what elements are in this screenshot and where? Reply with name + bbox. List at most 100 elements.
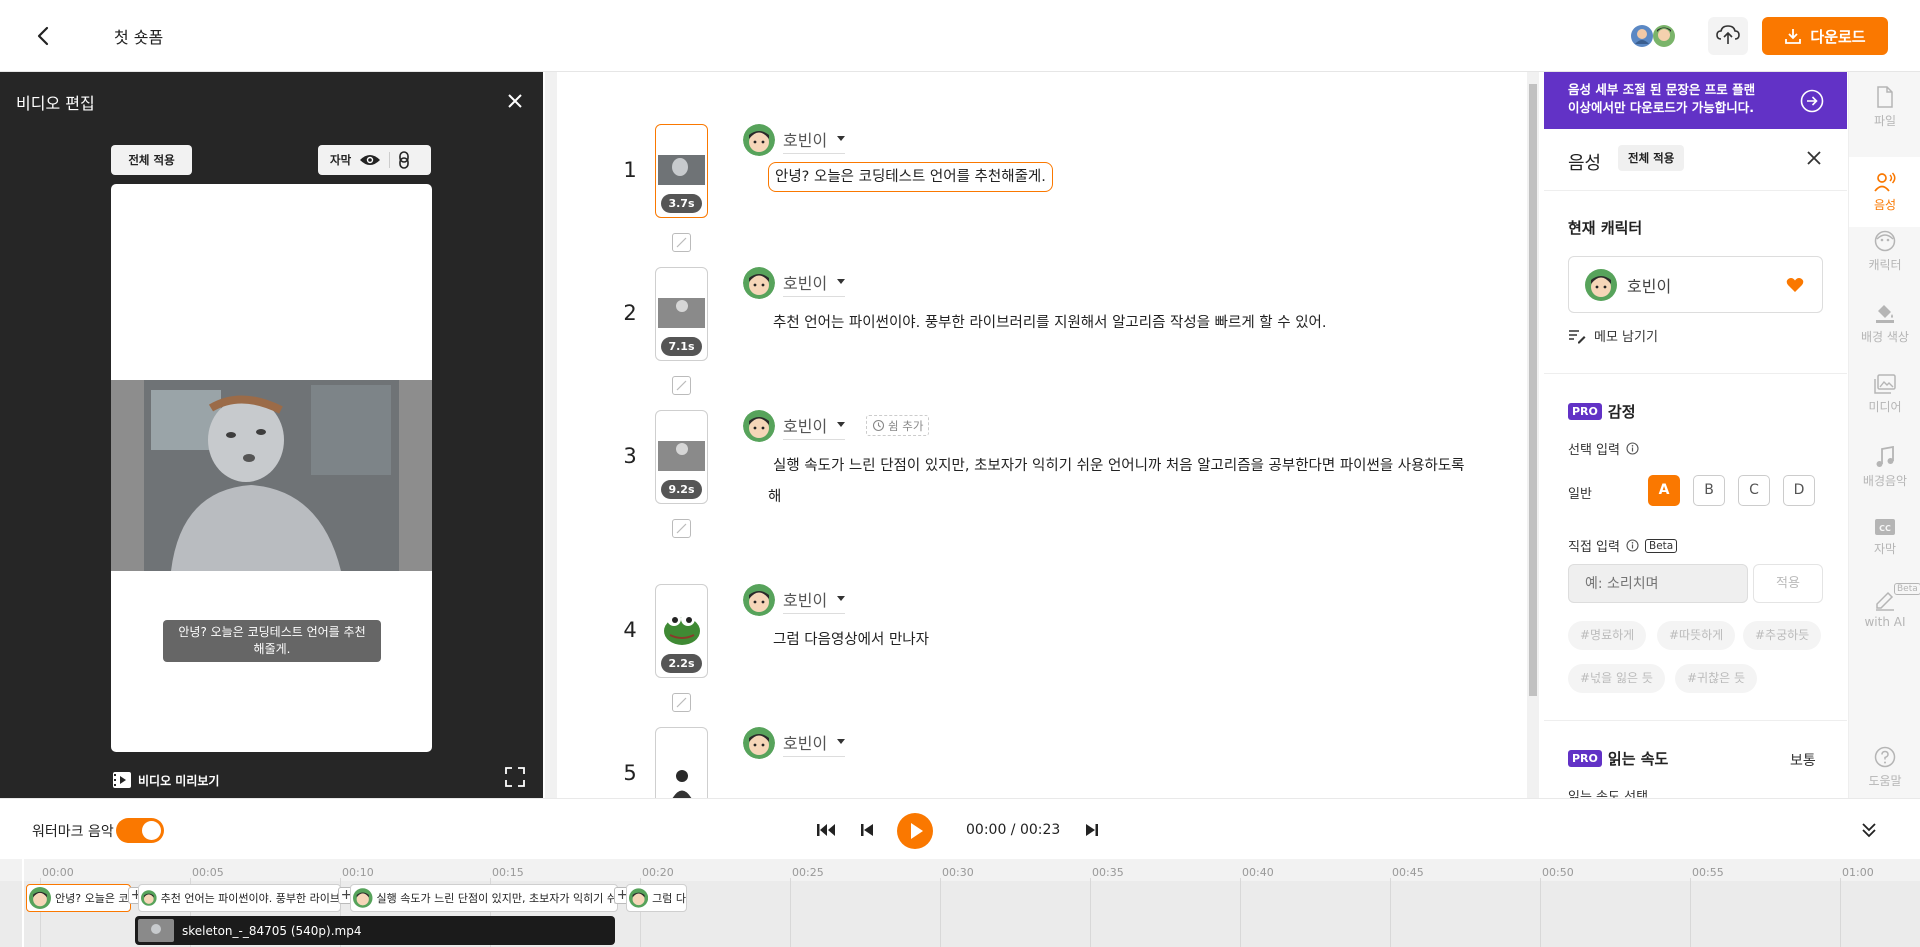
timeline-clip[interactable]: 실행 속도가 느린 단점이 있지만, 초보자가 익히기 쉬: [350, 884, 618, 912]
video-preview-button[interactable]: 비디오 미리보기: [112, 770, 219, 790]
direct-input-text: 직접 입력: [1568, 540, 1620, 555]
voice-icon: [1874, 171, 1896, 192]
timeline-clip[interactable]: 추천 언어는 파이썬이야. 풍부한 라이브: [138, 884, 341, 912]
timeline[interactable]: 00:00 00:05 00:10 00:15 00:20 00:25 00:30 00:35…: [0, 859, 1920, 947]
merge-icon[interactable]: [672, 519, 691, 538]
emotion-tag[interactable]: #귀찮은 듯: [1675, 664, 1758, 693]
subtitle-toggle[interactable]: 자막: [318, 145, 431, 175]
previous-icon[interactable]: [860, 822, 874, 838]
sidebar-item-subtitle[interactable]: CC 자막: [1849, 518, 1920, 557]
close-icon[interactable]: [1804, 148, 1824, 168]
eye-icon[interactable]: [359, 153, 381, 167]
next-icon[interactable]: [1085, 822, 1099, 838]
beta-badge: Beta: [1644, 538, 1678, 553]
timeline-clip[interactable]: 그럼 다: [626, 884, 687, 912]
scene-text-input[interactable]: 실행 속도가 느린 단점이 있지만, 초보자가 익히기 쉬운 언어니까 처음 알…: [773, 454, 1465, 475]
project-title[interactable]: 첫 숏폼: [114, 24, 163, 48]
timeline-tick-label: 00:35: [1092, 866, 1124, 879]
download-button[interactable]: 다운로드: [1762, 17, 1888, 55]
apply-emotion-button[interactable]: 적용: [1753, 564, 1823, 603]
emotion-option-d[interactable]: D: [1783, 475, 1815, 506]
divider: [1544, 190, 1847, 191]
emotion-tag[interactable]: #따뜻하게: [1657, 621, 1736, 650]
emotion-tag[interactable]: #명료하게: [1568, 621, 1647, 650]
scene-text-input[interactable]: 그럼 다음영상에서 만나자: [773, 628, 929, 649]
center-scrollbar[interactable]: [1527, 72, 1539, 798]
speaker-selector[interactable]: 호빈이: [743, 410, 846, 442]
emotion-tag[interactable]: #추궁하듯: [1743, 621, 1822, 650]
video-preview-canvas[interactable]: 안녕? 오늘은 코딩테스트 언어를 추천 해줄게.: [111, 184, 432, 752]
scene-text-input[interactable]: 추천 언어는 파이썬이야. 풍부한 라이브러리를 지원해서 알고리즘 작성을 빠…: [773, 311, 1327, 332]
emotion-option-c[interactable]: C: [1738, 475, 1770, 506]
info-icon[interactable]: [1626, 442, 1639, 455]
info-icon[interactable]: [1626, 539, 1639, 552]
arrow-right-circle-icon[interactable]: [1800, 89, 1824, 113]
sidebar-item-with-ai[interactable]: Beta with AI: [1849, 583, 1920, 629]
play-button[interactable]: [897, 813, 933, 849]
collaborator-avatars[interactable]: [1630, 24, 1678, 48]
scene-thumbnail[interactable]: 3.7s: [655, 124, 708, 218]
add-rest-button[interactable]: 쉼 추가: [866, 415, 930, 436]
merge-icon[interactable]: [672, 693, 691, 712]
heart-icon[interactable]: [1786, 277, 1804, 293]
media-icon: [1874, 374, 1896, 394]
playhead[interactable]: [22, 859, 24, 947]
voice-panel-title: 음성: [1568, 153, 1602, 174]
current-character-card[interactable]: 호빈이: [1568, 256, 1823, 313]
play-icon: [911, 823, 923, 839]
fullscreen-icon[interactable]: [504, 766, 526, 788]
sidebar-item-voice[interactable]: 음성: [1849, 157, 1920, 227]
sidebar-item-music[interactable]: 배경음악: [1849, 446, 1920, 489]
timeline-tick-line: [1390, 878, 1391, 947]
emotion-tag[interactable]: #넋을 잃은 듯: [1568, 664, 1665, 693]
scene-thumbnail[interactable]: 9.2s: [655, 410, 708, 504]
speaker-name: 호빈이: [783, 273, 828, 293]
sidebar-item-file[interactable]: 파일: [1849, 86, 1920, 129]
collapse-icon[interactable]: [1860, 821, 1878, 839]
speed-value: 보통: [1790, 753, 1816, 769]
apply-all-button[interactable]: 전체 적용: [111, 145, 192, 175]
avatar: [743, 727, 775, 759]
link-icon[interactable]: [398, 151, 410, 169]
speaker-selector[interactable]: 호빈이: [743, 124, 846, 156]
normal-label: 일반: [1568, 487, 1592, 502]
speaker-selector[interactable]: 호빈이: [743, 267, 846, 299]
merge-icon[interactable]: [672, 233, 691, 252]
skip-to-start-icon[interactable]: [816, 822, 836, 838]
voice-apply-all-button[interactable]: 전체 적용: [1618, 145, 1685, 171]
timeline-clip[interactable]: 안녕? 오늘은 코: [26, 884, 131, 912]
video-track-clip[interactable]: skeleton_-_84705 (540p).mp4: [135, 916, 615, 945]
timeline-tick-label: 00:15: [492, 866, 524, 879]
scene-duration: 7.1s: [661, 337, 702, 356]
scene-thumbnail[interactable]: 2.2s: [655, 584, 708, 678]
avatar: [29, 887, 51, 909]
direct-emotion-input[interactable]: [1568, 564, 1748, 603]
merge-icon[interactable]: [672, 376, 691, 395]
toggle-knob[interactable]: [142, 821, 161, 840]
scene-thumbnail[interactable]: [655, 727, 708, 798]
sidebar-item-media[interactable]: 미디어: [1849, 374, 1920, 415]
memo-label: 메모 남기기: [1594, 330, 1658, 345]
emotion-option-a[interactable]: A: [1648, 475, 1680, 506]
upload-button[interactable]: [1708, 17, 1748, 55]
speaker-selector[interactable]: 호빈이: [743, 727, 846, 759]
film-play-icon: [113, 772, 131, 788]
sidebar-item-character[interactable]: 캐릭터: [1849, 230, 1920, 273]
close-icon[interactable]: [504, 90, 526, 112]
sidebar-item-help[interactable]: 도움말: [1849, 746, 1920, 789]
video-file-name: skeleton_-_84705 (540p).mp4: [182, 923, 362, 938]
scene-number: 2: [623, 301, 637, 325]
speaker-name: 호빈이: [783, 590, 828, 610]
speaker-name: 호빈이: [783, 733, 828, 753]
scene-text-input[interactable]: 안녕? 오늘은 코딩테스트 언어를 추천해줄게.: [768, 162, 1053, 192]
emotion-option-b[interactable]: B: [1693, 475, 1725, 506]
memo-button[interactable]: 메모 남기기: [1568, 326, 1658, 345]
speaker-selector[interactable]: 호빈이: [743, 584, 846, 616]
voice-settings-panel: 음성 전체 적용 현재 캐릭터 호빈이 메모 남기기 PRO 감정 선택 입력 …: [1544, 129, 1847, 798]
scene-thumbnail[interactable]: 7.1s: [655, 267, 708, 361]
sidebar-item-background-color[interactable]: 배경 색상: [1849, 302, 1920, 345]
back-icon[interactable]: [30, 22, 58, 50]
scene-text-continued[interactable]: 해: [768, 485, 781, 506]
left-scrollbar[interactable]: [545, 72, 557, 798]
sidebar-label: 파일: [1873, 114, 1897, 128]
